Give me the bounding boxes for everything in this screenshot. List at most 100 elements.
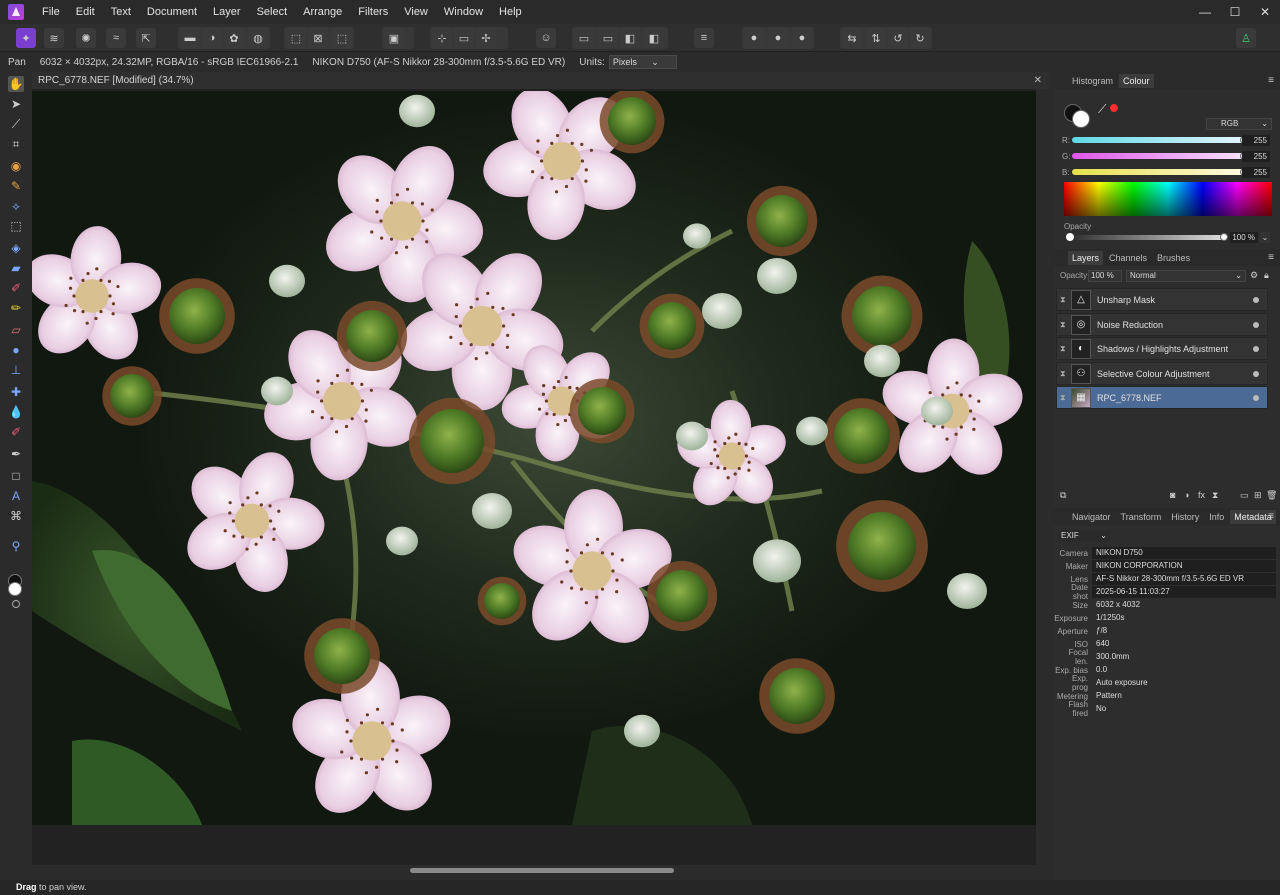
horizontal-scrollbar[interactable] [32, 865, 1048, 877]
primary-colour-circle[interactable] [1072, 110, 1090, 128]
view-tool-hand-icon[interactable]: ✋ [8, 76, 24, 92]
metadata-value[interactable]: AF-S Nikkor 28-300mm f/3.5-5.6G ED VR [1092, 573, 1276, 585]
menu-text[interactable]: Text [103, 0, 139, 24]
tab-histogram[interactable]: Histogram [1068, 74, 1117, 88]
metadata-value[interactable]: 2025-06-15 11:03:27 [1092, 586, 1276, 598]
layer-row[interactable]: ⧗ △ Unsharp Mask [1056, 288, 1268, 311]
subtract-icon[interactable]: ● [768, 28, 788, 48]
move-to-back-icon[interactable]: ◧ [644, 28, 664, 48]
invert-selection-icon[interactable]: ⬚ [332, 28, 352, 48]
menu-file[interactable]: File [34, 0, 68, 24]
crop-tool-icon[interactable]: ⌗ [8, 136, 24, 152]
magic-wand-tool-icon[interactable]: ⟡ [8, 198, 24, 214]
assistant-icon[interactable]: ▭ [454, 28, 474, 48]
colour-opacity-knob[interactable] [1220, 233, 1228, 241]
swap-colours-icon[interactable] [12, 600, 20, 608]
rotate-left-icon[interactable]: ↺ [888, 28, 908, 48]
colour-spectrum[interactable] [1064, 182, 1272, 216]
gradient-tool-icon[interactable]: ▰ [8, 260, 24, 276]
document-image[interactable] [32, 91, 1036, 825]
red-slider[interactable] [1072, 137, 1248, 143]
adjustment-icon[interactable]: ◑ [1184, 490, 1189, 500]
lock-icon[interactable]: 🔒︎ [1264, 270, 1269, 281]
layer-visibility-icon[interactable] [1253, 394, 1259, 401]
layer-lock-icon[interactable]: ⧗ [1060, 320, 1066, 330]
photo-persona-icon[interactable]: ✦ [16, 28, 36, 48]
canvas-area[interactable] [32, 89, 1048, 877]
smudge-tool-icon[interactable]: ✐ [8, 424, 24, 440]
hourglass-icon[interactable]: ⧗ [1212, 490, 1218, 501]
panel-menu-icon[interactable]: ≡ [1268, 75, 1274, 86]
healing-brush-tool-icon[interactable]: ✚ [8, 384, 24, 400]
menu-layer[interactable]: Layer [205, 0, 249, 24]
tab-channels[interactable]: Channels [1105, 251, 1151, 265]
gear-icon[interactable]: ⚙ [1250, 270, 1258, 281]
dodge-tool-icon[interactable]: ● [8, 342, 24, 358]
menu-arrange[interactable]: Arrange [295, 0, 350, 24]
tab-transform[interactable]: Transform [1117, 510, 1166, 524]
rectangular-marquee-tool-icon[interactable]: ⬚ [8, 218, 24, 234]
selection-brush-tool-icon[interactable]: ◉ [8, 158, 24, 174]
chevron-down-icon[interactable]: ⌄ [1260, 232, 1270, 243]
liquify-persona-icon[interactable]: ≋ [44, 28, 64, 48]
flood-select-tool-icon[interactable]: ✎ [8, 178, 24, 194]
primary-colour-swatch[interactable] [8, 582, 22, 596]
vertical-scrollbar[interactable] [1036, 89, 1048, 865]
assistant-manager-icon[interactable]: ☺ [536, 28, 556, 48]
flip-horizontal-icon[interactable]: ⇆ [842, 28, 862, 48]
menu-filters[interactable]: Filters [350, 0, 396, 24]
colour-model-dropdown[interactable]: RGB ⌄ [1206, 118, 1272, 130]
blend-mode-dropdown[interactable]: Normal ⌄ [1126, 270, 1246, 282]
artistic-text-tool-icon[interactable]: A [8, 488, 24, 504]
auto-white-balance-icon[interactable]: ◍ [248, 28, 268, 48]
account-icon[interactable]: ♙ [1236, 28, 1256, 48]
tab-colour[interactable]: Colour [1119, 73, 1154, 88]
layer-row[interactable]: ⧗ ▦ RPC_6778.NEF [1056, 386, 1268, 409]
maximize-icon[interactable]: ☐ [1220, 0, 1250, 24]
minimize-icon[interactable]: — [1190, 0, 1220, 24]
menu-view[interactable]: View [396, 0, 436, 24]
document-tab[interactable]: RPC_6778.NEF [Modified] (34.7%) ✕ [32, 72, 1048, 89]
menu-window[interactable]: Window [436, 0, 491, 24]
layer-row[interactable]: ⧗ ◐ Shadows / Highlights Adjustment [1056, 337, 1268, 360]
export-persona-icon[interactable]: ⇱ [136, 28, 156, 48]
layer-lock-icon[interactable]: ⧗ [1060, 295, 1066, 305]
trash-icon[interactable]: 🗑︎ [1266, 490, 1277, 501]
snap-options-icon[interactable]: ✢ [476, 28, 496, 48]
select-all-icon[interactable]: ⬚ [286, 28, 306, 48]
colour-picker-tool-icon[interactable]: ⟋ [8, 116, 24, 132]
layer-row[interactable]: ⧗ ◎ Noise Reduction [1056, 313, 1268, 336]
tab-layers[interactable]: Layers [1068, 250, 1104, 265]
close-document-icon[interactable]: ✕ [1034, 72, 1042, 89]
colour-opacity-value[interactable]: 100 % [1230, 232, 1258, 243]
flood-fill-tool-icon[interactable]: ◈ [8, 240, 24, 256]
deselect-icon[interactable]: ⊠ [308, 28, 328, 48]
menu-document[interactable]: Document [139, 0, 205, 24]
rectangle-tool-icon[interactable]: □ [8, 468, 24, 484]
move-forward-icon[interactable]: ▭ [598, 28, 618, 48]
move-tool-icon[interactable]: ➤ [8, 96, 24, 112]
red-value[interactable]: 255 [1242, 134, 1270, 146]
pen-tool-icon[interactable]: ✒ [8, 446, 24, 462]
mask-layer-icon[interactable]: ◙ [1170, 490, 1175, 500]
add-pixel-layer-icon[interactable]: ⊞ [1254, 490, 1262, 501]
flip-vertical-icon[interactable]: ⇅ [866, 28, 886, 48]
move-back-icon[interactable]: ▭ [574, 28, 594, 48]
colour-opacity-slider[interactable] [1074, 235, 1224, 240]
layer-options-icon[interactable]: ⧉ [1060, 490, 1066, 501]
rotate-right-icon[interactable]: ↻ [910, 28, 930, 48]
menu-help[interactable]: Help [491, 0, 530, 24]
align-icon[interactable]: ≡ [694, 28, 714, 48]
paint-brush-tool-icon[interactable]: ✐ [8, 280, 24, 296]
green-value[interactable]: 255 [1242, 150, 1270, 162]
horizontal-scrollbar-thumb[interactable] [410, 868, 674, 873]
layer-opacity-dropdown[interactable]: 100 % [1088, 270, 1122, 282]
blur-brush-tool-icon[interactable]: 💧 [8, 404, 24, 420]
snapping-icon[interactable]: ⊹ [432, 28, 452, 48]
auto-colour-icon[interactable]: ✿ [224, 28, 244, 48]
add-icon[interactable]: ● [744, 28, 764, 48]
layer-visibility-icon[interactable] [1253, 296, 1259, 303]
zoom-tool-icon[interactable]: ⚲ [8, 538, 24, 554]
close-window-icon[interactable]: ✕ [1250, 0, 1280, 24]
layer-visibility-icon[interactable] [1253, 370, 1259, 377]
